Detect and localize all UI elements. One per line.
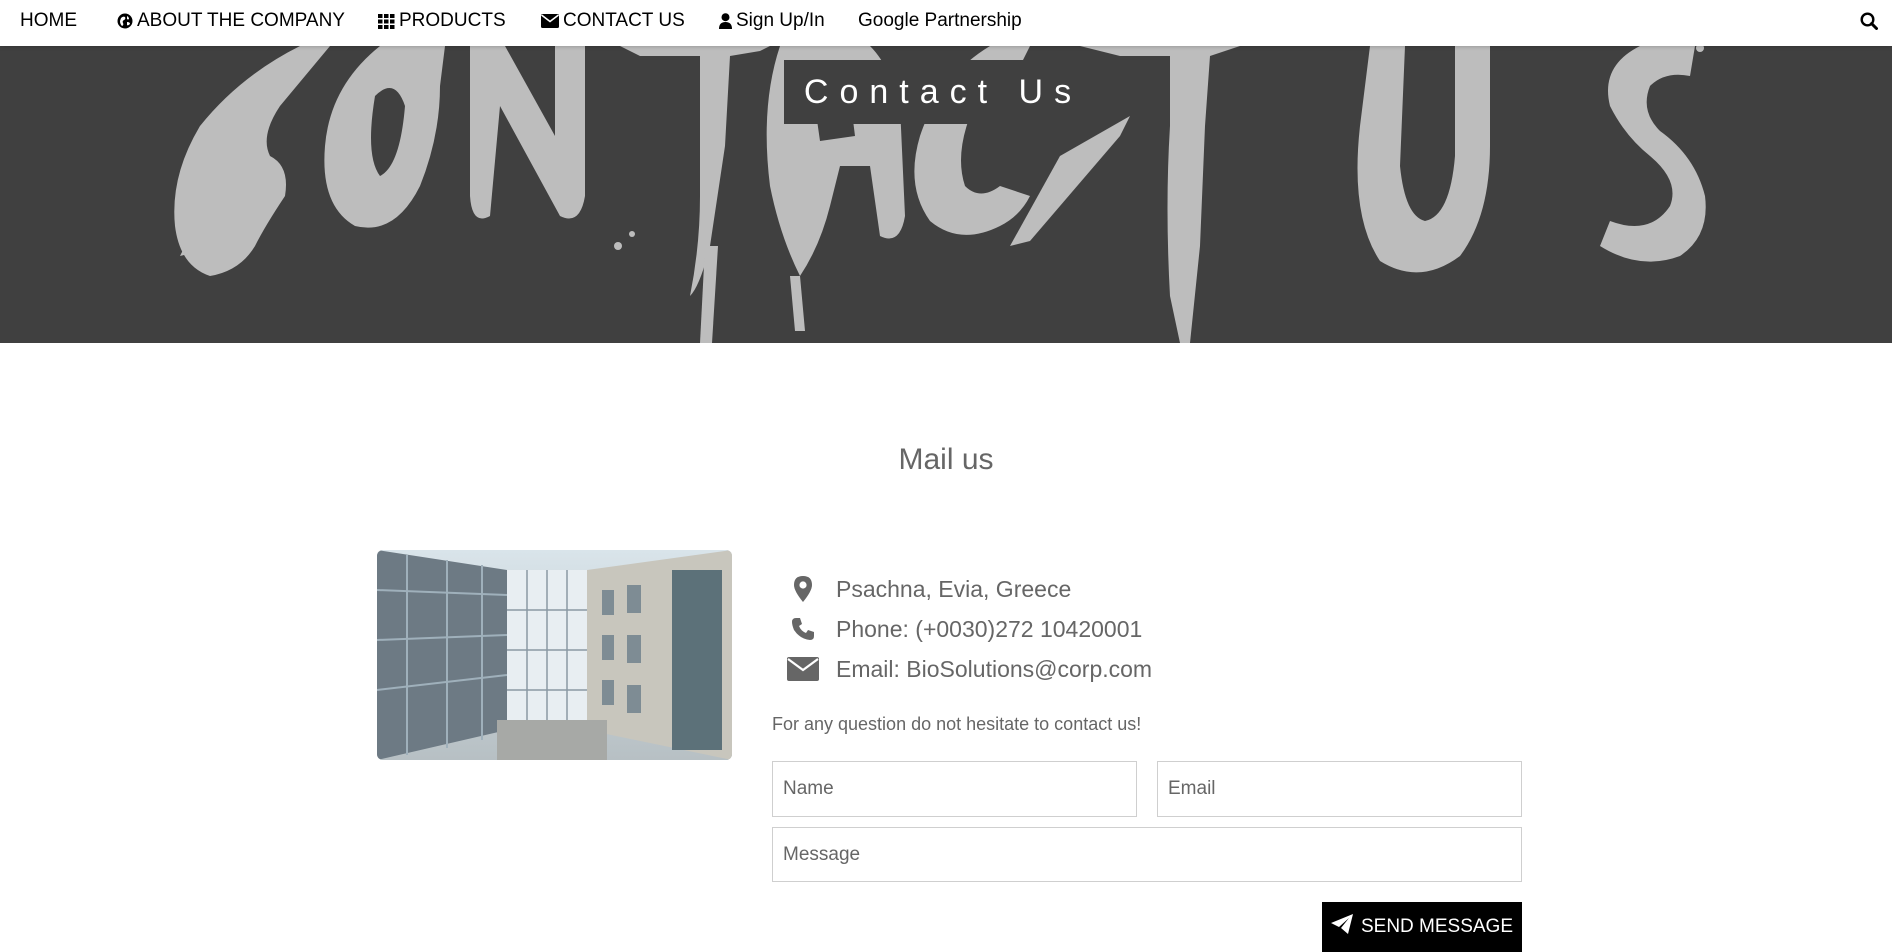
nav-item-contact[interactable]: CONTACT US (541, 0, 685, 42)
nav-item-products[interactable]: PRODUCTS (378, 0, 506, 42)
phone-text: Phone: (+0030)272 10420001 (836, 615, 1143, 642)
office-building-image (377, 550, 732, 760)
email-text: Email: BioSolutions@corp.com (836, 655, 1153, 682)
phone-row: Phone: (+0030)272 10420001 (772, 611, 1142, 647)
address-text: Psachna, Evia, Greece (836, 575, 1072, 602)
grid-icon (378, 13, 395, 29)
nav-item-home[interactable]: HOME (20, 0, 77, 42)
phone-icon (772, 617, 834, 641)
hero-banner: Contact Us (0, 46, 1892, 343)
paper-plane-icon (1330, 914, 1353, 940)
nav-item-label: HOME (20, 10, 77, 31)
user-icon (719, 13, 732, 29)
email-input[interactable] (1157, 761, 1522, 817)
nav-item-label: Google Partnership (858, 10, 1022, 31)
search-icon[interactable] (1860, 12, 1878, 35)
message-input[interactable] (772, 827, 1522, 882)
name-input[interactable] (772, 761, 1137, 817)
section-title: Mail us (898, 443, 994, 476)
send-message-label: SEND MESSAGE (1360, 916, 1514, 937)
nav-item-label: PRODUCTS (399, 10, 506, 31)
envelope-icon (541, 14, 559, 28)
map-marker-icon (772, 576, 834, 602)
globe-icon (117, 13, 133, 29)
nav-item-label: ABOUT THE COMPANY (137, 10, 345, 31)
send-message-button[interactable]: SEND MESSAGE (1322, 902, 1522, 952)
contact-hint: For any question do not hesitate to cont… (772, 714, 1142, 734)
nav-item-label: Sign Up/In (736, 10, 825, 31)
nav-item-about[interactable]: ABOUT THE COMPANY (117, 0, 345, 42)
envelope-icon (772, 657, 834, 681)
address-row: Psachna, Evia, Greece (772, 571, 1071, 607)
top-navbar: HOME ABOUT THE COMPANY PRODUCTS CONTACT … (0, 0, 1892, 46)
nav-item-label: CONTACT US (563, 10, 685, 31)
nav-item-google-partnership[interactable]: Google Partnership (858, 0, 1022, 42)
hero-title: Contact Us (784, 60, 1102, 124)
email-row: Email: BioSolutions@corp.com (772, 651, 1152, 687)
nav-item-signup[interactable]: Sign Up/In (719, 0, 825, 42)
